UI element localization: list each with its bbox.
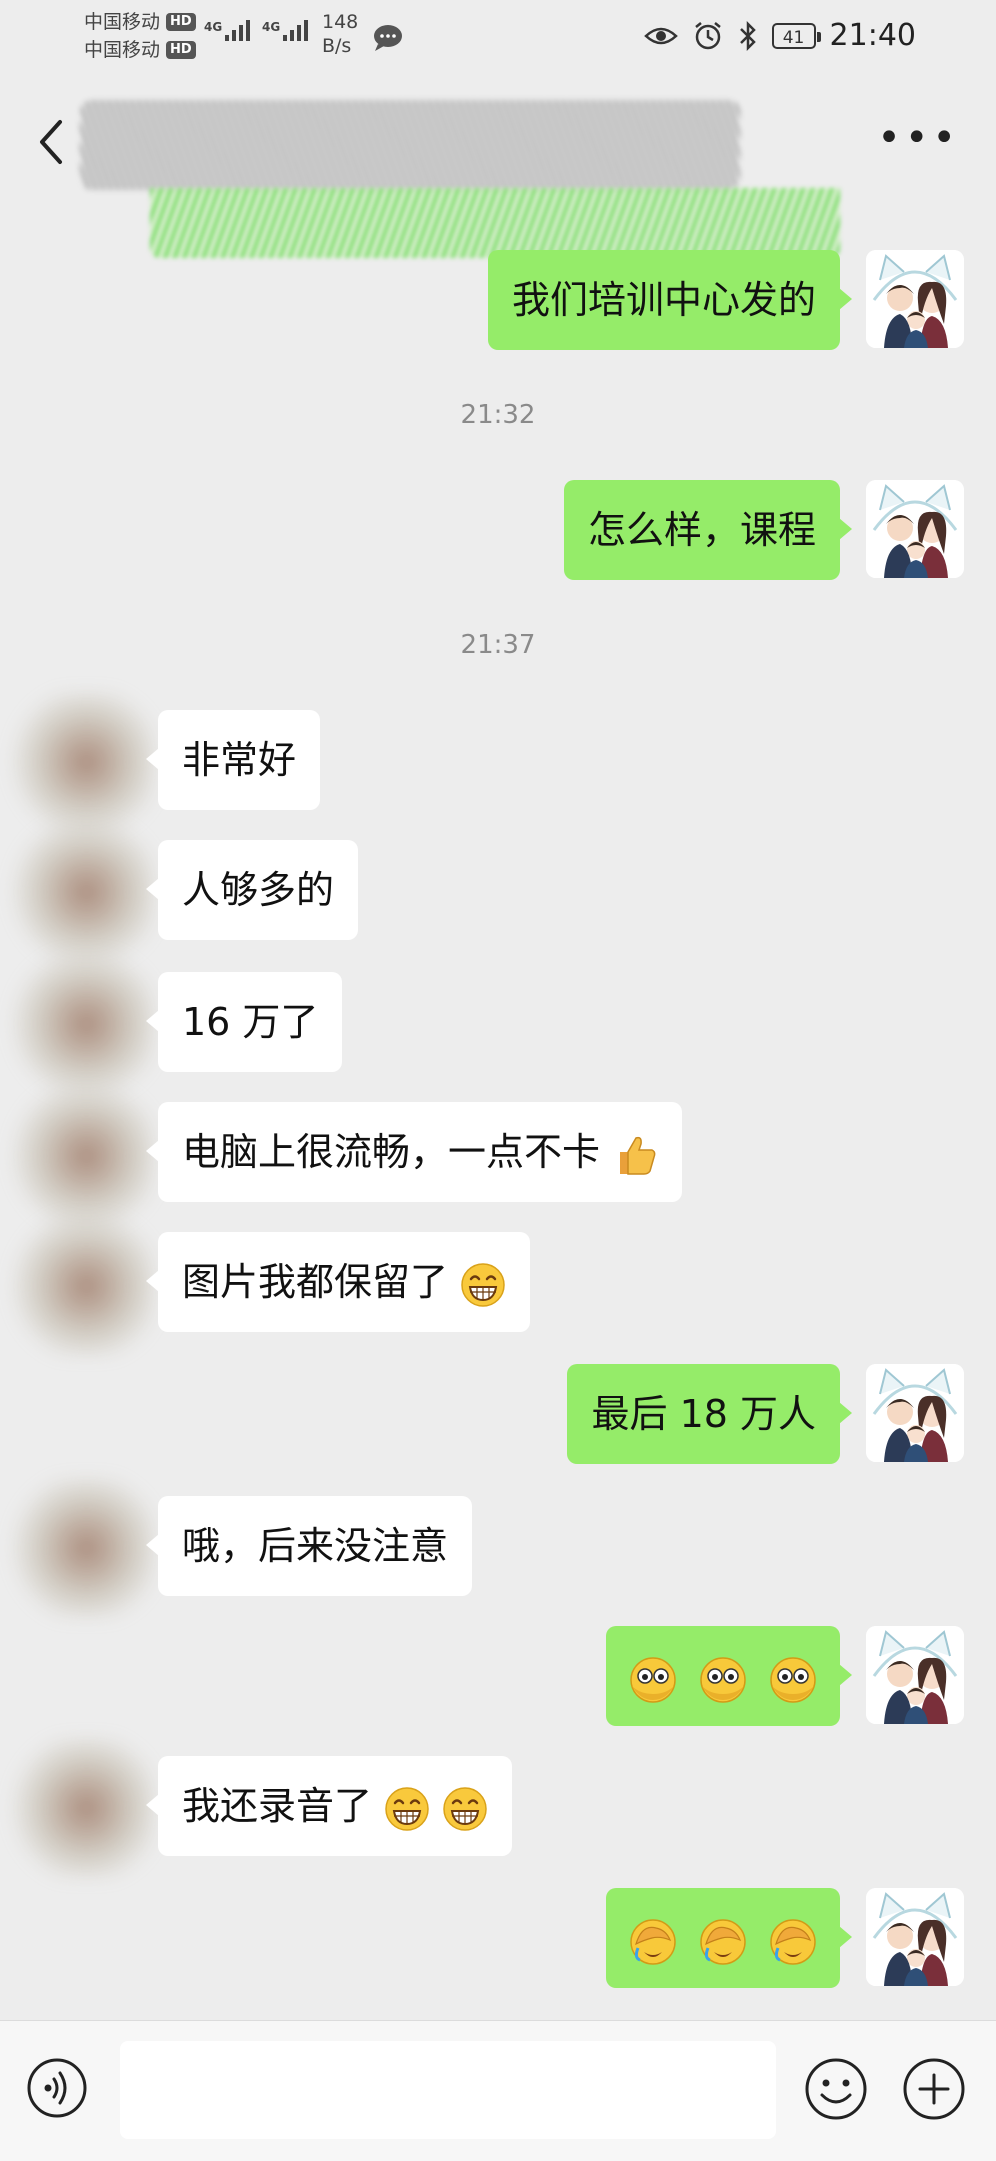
- timestamp: 21:37: [460, 630, 536, 660]
- signal-1: 4G: [204, 20, 251, 41]
- voice-icon[interactable]: [26, 2057, 88, 2119]
- message-text: 最后 18 万人: [591, 1392, 816, 1436]
- net-type-1: 4G: [204, 20, 223, 34]
- message-notification-icon: [374, 25, 402, 51]
- hd-badge-1: HD: [166, 13, 196, 31]
- grin-emoji-icon: [385, 1786, 429, 1831]
- couple-avatar-icon: [866, 1364, 964, 1462]
- signal-bars-1-icon: [225, 20, 251, 41]
- contact-avatar-redacted[interactable]: [4, 822, 154, 962]
- carrier-1: 中国移动 HD: [84, 8, 196, 36]
- timestamp: 21:32: [460, 400, 536, 430]
- contact-avatar-redacted[interactable]: [4, 1738, 154, 1878]
- message-text: 电脑上很流畅，一点不卡: [182, 1130, 601, 1174]
- my-avatar[interactable]: [866, 1364, 964, 1462]
- my-avatar[interactable]: [866, 480, 964, 578]
- signal-2: 4G: [262, 20, 309, 41]
- message-text: 16 万了: [182, 1000, 319, 1044]
- message-bubble-out[interactable]: [605, 1626, 853, 1726]
- message-bubble-in[interactable]: 图片我都保留了: [145, 1232, 531, 1332]
- facepalm-emoji-icon: [770, 1918, 816, 1965]
- message-text: 我还录音了: [182, 1784, 373, 1828]
- peek-emoji-icon: [630, 1656, 676, 1703]
- more-icon[interactable]: •••: [877, 118, 960, 158]
- couple-avatar-icon: [866, 1888, 964, 1986]
- carrier-2-name: 中国移动: [84, 39, 161, 61]
- grin-emoji-icon: [461, 1262, 505, 1307]
- message-bubble-out[interactable]: [605, 1888, 853, 1988]
- facepalm-emoji-icon: [630, 1918, 676, 1965]
- redacted-message: [150, 188, 840, 258]
- message-bubble-in[interactable]: 非常好: [145, 710, 321, 810]
- peek-emoji-icon: [770, 1656, 816, 1703]
- alarm-icon: [694, 21, 721, 49]
- message-text: 图片我都保留了: [182, 1260, 449, 1304]
- message-bubble-in[interactable]: 哦，后来没注意: [145, 1496, 473, 1596]
- message-bubble-out[interactable]: 我们培训中心发的: [487, 250, 853, 350]
- signal-bars-2-icon: [283, 20, 309, 41]
- my-avatar[interactable]: [866, 1626, 964, 1724]
- carrier-info: 中国移动 HD 中国移动 HD: [84, 8, 196, 64]
- message-text: 怎么样，课程: [587, 508, 816, 552]
- input-bar: [0, 2020, 996, 2161]
- my-avatar[interactable]: [866, 250, 964, 348]
- carrier-2: 中国移动 HD: [84, 36, 196, 64]
- message-bubble-in[interactable]: 电脑上很流畅，一点不卡: [145, 1102, 683, 1202]
- message-bubble-out[interactable]: 怎么样，课程: [563, 480, 853, 580]
- grin-emoji-icon: [443, 1786, 487, 1831]
- chat-header: •••: [0, 72, 996, 202]
- message-bubble-in[interactable]: 16 万了: [145, 972, 343, 1072]
- contact-avatar-redacted[interactable]: [4, 1216, 154, 1356]
- chat-title-redacted: [80, 100, 740, 190]
- carrier-1-name: 中国移动: [84, 11, 161, 33]
- thumbs-up-emoji-icon: [620, 1136, 656, 1175]
- bluetooth-icon: [739, 20, 756, 51]
- back-icon[interactable]: [30, 112, 80, 172]
- message-text: 非常好: [182, 738, 297, 782]
- status-bar: 中国移动 HD 中国移动 HD 4G 4G 148 B/s 41 21:40: [0, 0, 996, 72]
- plus-icon[interactable]: [902, 2057, 966, 2121]
- contact-avatar-redacted[interactable]: [4, 1086, 154, 1226]
- message-bubble-out[interactable]: 最后 18 万人: [567, 1364, 852, 1464]
- message-text: 我们培训中心发的: [511, 278, 816, 322]
- contact-avatar-redacted[interactable]: [4, 692, 154, 832]
- couple-avatar-icon: [866, 250, 964, 348]
- message-text: 人够多的: [182, 868, 335, 912]
- message-text: 哦，后来没注意: [182, 1524, 449, 1568]
- net-speed-unit: B/s: [322, 35, 352, 57]
- message-input[interactable]: [120, 2041, 776, 2139]
- battery-icon: 41: [771, 22, 821, 49]
- message-bubble-in[interactable]: 我还录音了: [145, 1756, 513, 1856]
- net-speed: 148 B/s: [322, 10, 358, 58]
- status-right: 41 21:40: [643, 18, 916, 53]
- peek-emoji-icon: [700, 1656, 746, 1703]
- my-avatar[interactable]: [866, 1888, 964, 1986]
- contact-avatar-redacted[interactable]: [4, 954, 154, 1094]
- hd-badge-2: HD: [166, 41, 196, 59]
- couple-avatar-icon: [866, 1626, 964, 1724]
- facepalm-emoji-icon: [700, 1918, 746, 1965]
- couple-avatar-icon: [866, 480, 964, 578]
- battery-level: 41: [782, 27, 805, 48]
- contact-avatar-redacted[interactable]: [4, 1478, 154, 1618]
- status-time: 21:40: [829, 18, 916, 53]
- net-type-2: 4G: [262, 20, 281, 34]
- message-bubble-in[interactable]: 人够多的: [145, 840, 359, 940]
- eye-comfort-icon: [643, 27, 678, 44]
- emoji-icon[interactable]: [804, 2057, 868, 2121]
- net-speed-value: 148: [322, 11, 359, 33]
